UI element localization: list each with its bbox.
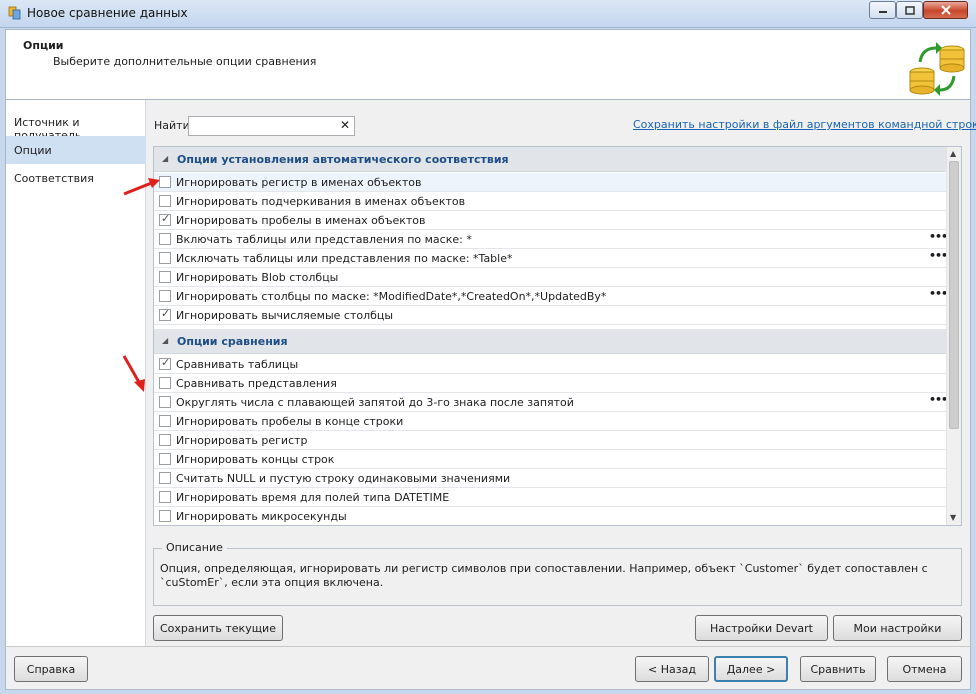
option-row[interactable]: Включать таблицы или представления по ма… (154, 230, 948, 249)
compare-button[interactable]: Сравнить (800, 656, 876, 682)
nav-item-source-target[interactable]: Источник и получатель (6, 108, 146, 142)
data-compare-icon (8, 6, 21, 20)
minimize-button[interactable] (869, 1, 896, 19)
clear-search-icon[interactable]: ✕ (340, 118, 350, 132)
page-title: Опции (23, 39, 64, 52)
vertical-scrollbar[interactable]: ▲ ▼ (946, 147, 961, 525)
option-row[interactable]: Игнорировать подчеркивания в именах объе… (154, 192, 946, 211)
next-button[interactable]: Далее > (714, 656, 788, 682)
option-row[interactable]: Сравнивать таблицы (154, 355, 946, 374)
option-row[interactable]: Игнорировать пробелы в именах объектов (154, 211, 946, 230)
title-bar: Новое сравнение данных (0, 0, 976, 28)
option-checkbox[interactable] (159, 307, 171, 321)
option-label: Игнорировать время для полей типа DATETI… (176, 491, 450, 504)
option-row[interactable]: Игнорировать регистр (154, 431, 946, 450)
save-settings-link[interactable]: Сохранить настройки в файл аргументов ко… (633, 118, 976, 131)
back-button[interactable]: < Назад (635, 656, 709, 682)
option-label: Игнорировать регистр в именах объектов (176, 176, 422, 189)
close-button[interactable] (923, 1, 968, 19)
option-row[interactable]: Игнорировать Blob столбцы (154, 268, 946, 287)
option-row[interactable]: Игнорировать пробелы в конце строки (154, 412, 946, 431)
option-label: Игнорировать микросекунды (176, 510, 347, 523)
scrollbar-thumb[interactable] (949, 161, 959, 429)
option-row[interactable]: Игнорировать столбцы по маске: *Modified… (154, 287, 948, 306)
options-grid: ◢ Опции установления автоматического соот… (153, 146, 962, 526)
option-label: Игнорировать концы строк (176, 453, 335, 466)
option-checkbox[interactable] (159, 212, 171, 226)
option-row[interactable]: Игнорировать концы строк (154, 450, 946, 469)
database-sync-icon (909, 42, 965, 96)
description-text: Опция, определяющая, игнорировать ли рег… (160, 562, 928, 589)
description-box: Описание Опция, определяющая, игнорирова… (153, 541, 962, 606)
close-icon (940, 5, 951, 15)
description-legend: Описание (162, 541, 227, 554)
option-group-header[interactable]: ◢ Опции сравнения (154, 329, 946, 354)
option-row[interactable]: Округлять числа с плавающей запятой до 3… (154, 393, 948, 412)
option-row[interactable]: Сравнивать представления (154, 374, 946, 393)
option-label: Сравнивать таблицы (176, 358, 299, 371)
option-row[interactable]: Считать NULL и пустую строку одинаковыми… (154, 469, 946, 488)
option-checkbox[interactable] (159, 356, 171, 370)
option-group-title: Опции сравнения (177, 335, 288, 348)
option-checkbox[interactable] (159, 453, 171, 465)
search-label: Найти (154, 119, 190, 132)
annotation-arrow-icon (122, 355, 145, 392)
option-row[interactable]: Игнорировать регистр в именах объектов (154, 173, 946, 192)
option-label: Игнорировать вычисляемые столбцы (176, 309, 394, 322)
wizard-header: Опции Выберите дополнительные опции срав… (5, 29, 971, 100)
devart-settings-button[interactable]: Настройки Devart (695, 615, 828, 641)
option-checkbox[interactable] (159, 377, 171, 389)
scroll-up-icon[interactable]: ▲ (950, 149, 956, 158)
scroll-down-icon[interactable]: ▼ (950, 513, 956, 522)
option-label: Исключать таблицы или представления по м… (176, 252, 513, 265)
option-checkbox[interactable] (159, 472, 171, 484)
my-settings-button[interactable]: Мои настройки (833, 615, 962, 641)
option-row[interactable]: Исключать таблицы или представления по м… (154, 249, 948, 268)
option-checkbox[interactable] (159, 290, 171, 302)
option-label: Игнорировать регистр (176, 434, 308, 447)
help-button[interactable]: Справка (14, 656, 88, 682)
option-checkbox[interactable] (159, 491, 171, 503)
option-label: Игнорировать столбцы по маске: *Modified… (176, 290, 607, 303)
page-subtitle: Выберите дополнительные опции сравнения (53, 55, 317, 68)
more-options-icon[interactable]: ••• (929, 249, 948, 262)
save-current-button[interactable]: Сохранить текущие (153, 615, 283, 641)
option-label: Сравнивать представления (176, 377, 337, 390)
option-checkbox[interactable] (159, 510, 171, 522)
more-options-icon[interactable]: ••• (929, 287, 948, 300)
option-group-title: Опции установления автоматического соотв… (177, 153, 509, 166)
search-input[interactable] (191, 117, 331, 135)
option-checkbox[interactable] (159, 415, 171, 427)
option-label: Включать таблицы или представления по ма… (176, 233, 472, 246)
option-row[interactable]: Игнорировать вычисляемые столбцы (154, 306, 946, 325)
collapse-triangle-icon[interactable]: ◢ (162, 154, 168, 163)
search-box: ✕ (188, 116, 355, 136)
option-checkbox[interactable] (159, 233, 171, 245)
cancel-button[interactable]: Отмена (887, 656, 962, 682)
option-checkbox[interactable] (159, 434, 171, 446)
option-label: Игнорировать Blob столбцы (176, 271, 339, 284)
option-checkbox[interactable] (159, 271, 171, 283)
option-label: Игнорировать пробелы в конце строки (176, 415, 404, 428)
more-options-icon[interactable]: ••• (929, 393, 948, 406)
option-group-header[interactable]: ◢ Опции установления автоматического соот… (154, 147, 946, 172)
option-row[interactable]: Игнорировать микросекунды (154, 507, 946, 525)
more-options-icon[interactable]: ••• (929, 230, 948, 243)
option-checkbox[interactable] (159, 396, 171, 408)
option-label: Округлять числа с плавающей запятой до 3… (176, 396, 574, 409)
option-label: Игнорировать пробелы в именах объектов (176, 214, 426, 227)
option-checkbox[interactable] (159, 252, 171, 264)
maximize-button[interactable] (896, 1, 923, 19)
maximize-icon (904, 5, 915, 15)
minimize-icon (878, 11, 887, 13)
nav-item-options[interactable]: Опции (6, 136, 146, 164)
option-label: Считать NULL и пустую строку одинаковыми… (176, 472, 511, 485)
option-row[interactable]: Игнорировать время для полей типа DATETI… (154, 488, 946, 507)
window-title: Новое сравнение данных (27, 6, 188, 20)
option-label: Игнорировать подчеркивания в именах объе… (176, 195, 466, 208)
annotation-arrow-icon (123, 178, 160, 196)
collapse-triangle-icon[interactable]: ◢ (162, 336, 168, 345)
